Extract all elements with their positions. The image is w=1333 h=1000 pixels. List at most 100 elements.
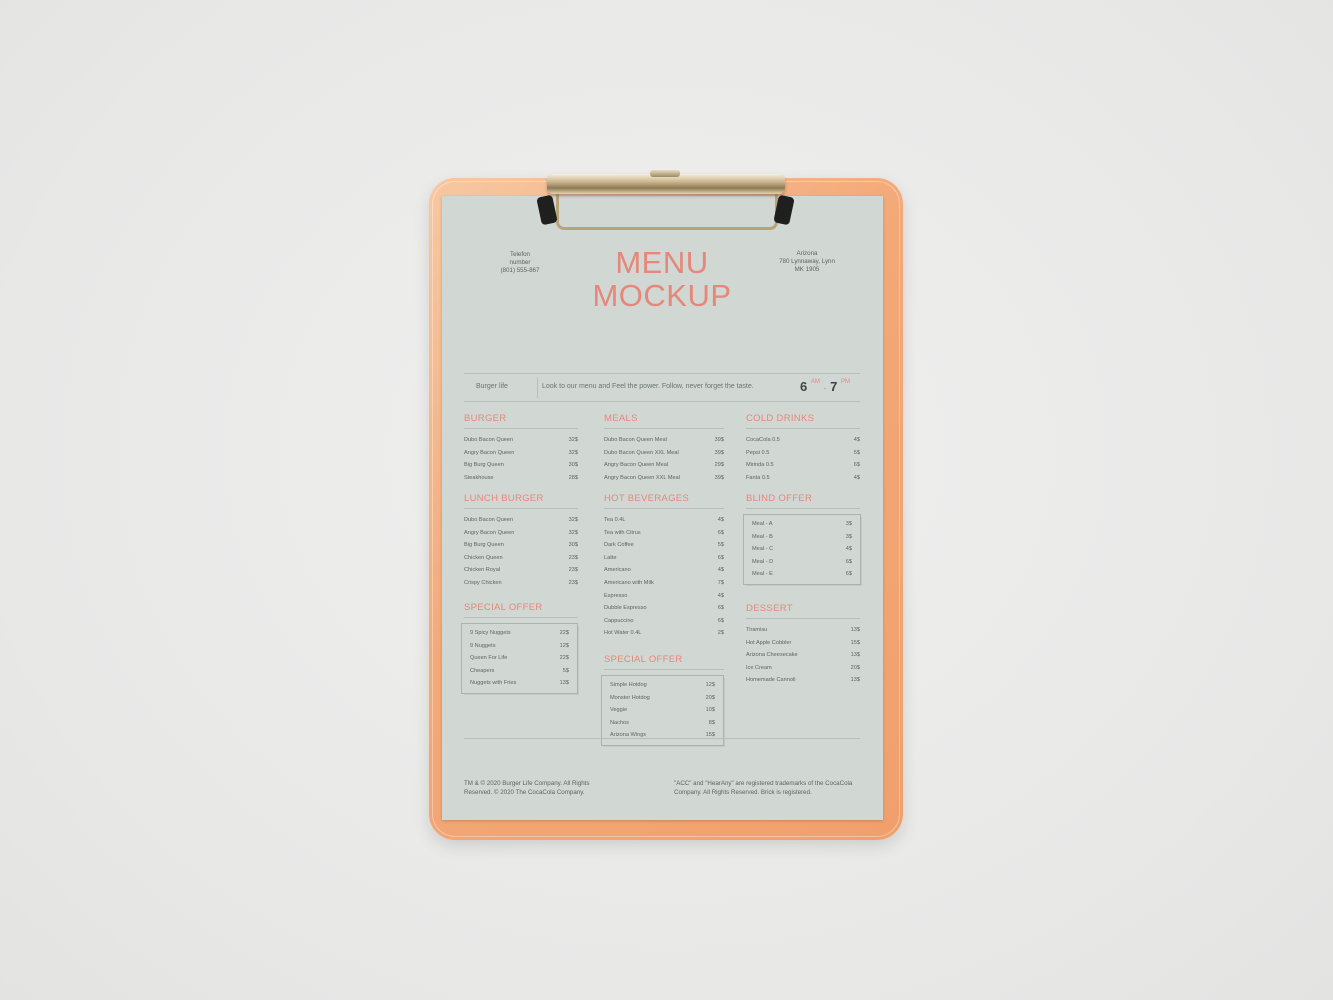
footer-right-line-2: Company. All Rights Reserved. Brick is r… xyxy=(674,789,812,796)
item-price: 2$ xyxy=(717,630,724,637)
menu-sheet: Telefon number (801) 555-867 MENU MOCKUP… xyxy=(442,196,883,820)
item-price: 20$ xyxy=(850,664,860,671)
section-special-offer-left: SPECIAL OFFER 9 Spicy Nuggets 22$ 9 Nugget… xyxy=(461,602,578,694)
item-price: 6$ xyxy=(845,571,852,578)
item-price: 3$ xyxy=(845,521,852,527)
footer-right: "ACC" and "HearAny" are registered trade… xyxy=(674,779,860,797)
item-list: Dubo Bacon Queen 32$ Angry Bacon Queen 32$ B… xyxy=(464,434,578,484)
menu-item: Dubo Bacon Queen Meal 39$ xyxy=(604,434,724,447)
item-list: Tea 0.4L 4$ Tea with Citrus 6$ Dark Coffee 5$… xyxy=(604,514,724,640)
menu-item: Dubble Espresso 6$ xyxy=(604,602,724,615)
menu-item: Fanta 0.5 4$ xyxy=(746,472,860,485)
section-title: DESSERT xyxy=(746,603,793,614)
slogan: Look to our menu and Feel the power. Fol… xyxy=(542,383,754,390)
item-name: Angry Bacon Queen xyxy=(464,529,515,536)
strip-divider xyxy=(537,377,538,398)
section-dessert: DESSERT Tiramisu 13$ Hot Apple Cobbler 15$ A… xyxy=(746,603,860,687)
item-name: Steakhouse xyxy=(464,474,494,481)
item-price: 4$ xyxy=(717,517,724,523)
section-burger: BURGER Dubo Bacon Queen 32$ Angry Bacon Qu… xyxy=(464,413,578,484)
item-price: 12$ xyxy=(705,682,715,688)
menu-item: Steakhouse 28$ xyxy=(464,472,578,485)
item-price: 28$ xyxy=(568,474,578,481)
footer-left-line-1: TM & © 2020 Burger Life Company. All Rig… xyxy=(464,780,590,787)
menu-item: Hot Water 0.4L 2$ xyxy=(604,627,724,640)
close-hour: 7 xyxy=(830,379,838,394)
item-name: Tea 0.4L xyxy=(604,517,626,523)
item-price: 13$ xyxy=(850,627,860,633)
item-list: Simple Hotdog 12$ Monster Hotdog 20$ Veggie 1… xyxy=(601,675,724,746)
item-name: Espresso xyxy=(604,592,628,599)
item-price: 4$ xyxy=(717,567,724,574)
item-list: Dubo Bacon Queen 32$ Angry Bacon Queen 32$ B… xyxy=(464,514,578,590)
open-suffix: AM xyxy=(810,379,820,385)
address-block: Arizona 780 Lynnaway, Lynn MK 1905 xyxy=(762,250,852,274)
item-price: 5$ xyxy=(562,667,569,674)
menu-item: Queen For Life 22$ xyxy=(470,652,569,665)
menu-item: Tea with Citrus 6$ xyxy=(604,527,724,540)
item-name: Big Burg Queen xyxy=(464,542,504,549)
section-hot-beverages: HOT BEVERAGES Tea 0.4L 4$ Tea with Citrus 6… xyxy=(604,493,724,640)
tagline-strip: Burger life Look to our menu and Feel th… xyxy=(464,373,860,402)
tag-label: Burger life xyxy=(476,383,508,390)
item-name: Dubo Bacon Queen xyxy=(464,517,514,523)
menu-item: Cheapers 5$ xyxy=(470,665,569,678)
menu-item: 9 Nuggets 12$ xyxy=(470,640,569,653)
menu-item: Angry Bacon Queen 32$ xyxy=(464,447,578,460)
menu-item: CocaCola 0.5 4$ xyxy=(746,434,860,447)
item-name: Meal - A xyxy=(752,521,773,527)
item-price: 3$ xyxy=(845,533,852,540)
menu-item: Chicken Queen 23$ xyxy=(464,552,578,565)
item-price: 8$ xyxy=(708,719,715,726)
item-name: Tea with Citrus xyxy=(604,529,641,536)
opening-hours: 6 AM - 7 PM xyxy=(800,379,850,394)
section-cold-drinks: COLD DRINKS CocaCola 0.5 4$ Pepsi 0.5 5$ Mir… xyxy=(746,413,860,484)
item-name: Homemade Cannoli xyxy=(746,677,796,684)
item-price: 6$ xyxy=(845,558,852,565)
item-price: 13$ xyxy=(559,680,569,687)
item-name: Chicken Royal xyxy=(464,567,501,574)
item-price: 15$ xyxy=(705,732,715,739)
section-rule xyxy=(604,428,724,429)
section-title: BURGER xyxy=(464,413,507,424)
section-rule xyxy=(746,508,860,509)
menu-item: Angry Bacon Queen XXL Meal 39$ xyxy=(604,472,724,485)
section-title: COLD DRINKS xyxy=(746,413,815,424)
section-special-offer-mid: SPECIAL OFFER Simple Hotdog 12$ Monster Ho… xyxy=(601,654,724,746)
item-list: 9 Spicy Nuggets 22$ 9 Nuggets 12$ Queen For … xyxy=(461,623,578,694)
item-price: 6$ xyxy=(717,617,724,624)
menu-item: Meal - E 6$ xyxy=(752,568,852,581)
item-name: Fanta 0.5 xyxy=(746,474,770,481)
item-name: 9 Nuggets xyxy=(470,642,496,649)
item-name: Simple Hotdog xyxy=(610,682,647,688)
item-price: 5$ xyxy=(853,449,860,456)
menu-item: Tea 0.4L 4$ xyxy=(604,514,724,527)
phone-line-1: Telefon xyxy=(510,251,530,258)
section-rule xyxy=(746,618,860,619)
section-rule xyxy=(464,617,578,618)
section-rule xyxy=(464,428,578,429)
section-title: MEALS xyxy=(604,413,638,424)
item-name: Meal - E xyxy=(752,571,773,578)
item-list: CocaCola 0.5 4$ Pepsi 0.5 5$ Mirinda 0.5 6$ Fa… xyxy=(746,434,860,484)
item-price: 4$ xyxy=(853,437,860,443)
item-price: 30$ xyxy=(568,462,578,469)
menu-item: Mirinda 0.5 6$ xyxy=(746,459,860,472)
item-name: Angry Bacon Queen XXL Meal xyxy=(604,474,680,481)
menu-item: Monster Hotdog 20$ xyxy=(610,692,715,705)
item-name: CocaCola 0.5 xyxy=(746,437,780,443)
close-suffix: PM xyxy=(840,379,850,385)
item-name: Hot Apple Cobbler xyxy=(746,639,792,646)
item-price: 32$ xyxy=(568,517,578,523)
item-price: 5$ xyxy=(717,542,724,549)
item-list: Dubo Bacon Queen Meal 39$ Dubo Bacon Queen… xyxy=(604,434,724,484)
footer-left: TM & © 2020 Burger Life Company. All Rig… xyxy=(464,779,634,797)
menu-item: Crispy Chicken 23$ xyxy=(464,577,578,590)
phone-block: Telefon number (801) 555-867 xyxy=(490,251,550,275)
menu-item: Latte 6$ xyxy=(604,552,724,565)
menu-item: Simple Hotdog 12$ xyxy=(610,679,715,692)
item-name: Dubo Bacon Queen Meal xyxy=(604,437,667,443)
item-name: Mirinda 0.5 xyxy=(746,462,774,469)
item-name: Dark Coffee xyxy=(604,542,634,549)
item-name: Arizona Wings xyxy=(610,732,647,739)
